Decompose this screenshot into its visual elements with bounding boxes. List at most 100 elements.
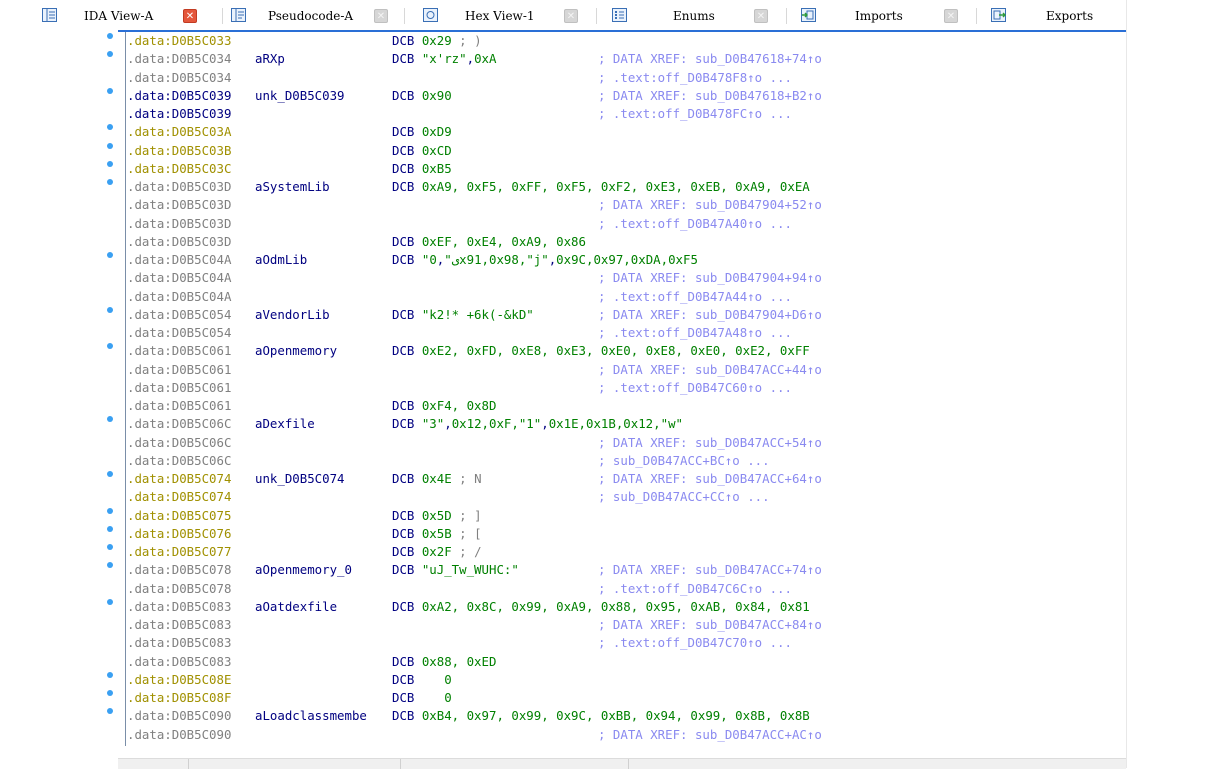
xref-comment[interactable]: ; DATA XREF: sub_D0B47ACC+54↑o [598,434,822,452]
symbol-label[interactable]: aOatdexfile [255,598,337,616]
xref-comment[interactable]: ; sub_D0B47ACC+BC↑o ... [598,452,770,470]
breakpoint-dot-icon[interactable] [107,343,113,350]
breakpoint-dot-icon[interactable] [107,671,113,678]
listing-line[interactable]: .data:D0B5C03A DCB 0xD9 [100,123,1126,141]
breakpoint-dot-icon[interactable] [107,562,113,569]
breakpoint-dot-icon[interactable] [107,51,113,58]
symbol-label[interactable]: aRXp [255,50,285,68]
breakpoint-dot-icon[interactable] [107,598,113,605]
listing-line[interactable]: .data:D0B5C076 DCB 0x5B ; [ [100,525,1126,543]
breakpoint-dot-icon[interactable] [107,708,113,715]
close-icon[interactable]: ✕ [944,9,958,23]
listing-line[interactable]: .data:D0B5C090 ; DATA XREF: sub_D0B47ACC+… [100,726,1126,744]
close-icon[interactable]: ✕ [374,9,388,23]
xref-comment[interactable]: ; .text:off_D0B47A44↑o ... [598,288,792,306]
breakpoint-dot-icon[interactable] [107,416,113,423]
listing-line[interactable]: .data:D0B5C061 aOpenmemory DCB 0xE2, 0xFD,… [100,342,1126,360]
listing-line[interactable]: .data:D0B5C06C ; sub_D0B47ACC+BC↑o ... [100,452,1126,470]
listing-line[interactable]: .data:D0B5C08F DCB 0 [100,689,1126,707]
listing-line[interactable]: .data:D0B5C054 ; .text:off_D0B47A48↑o ... [100,324,1126,342]
symbol-label[interactable]: aSystemLib [255,178,330,196]
breakpoint-dot-icon[interactable] [107,525,113,532]
listing-line[interactable]: .data:D0B5C06C aDexfile DCB "3",0x12,0xF,"… [100,415,1126,433]
listing-line[interactable]: .data:D0B5C039 unk_D0B5C039 DCB 0x90 ; DATA… [100,87,1126,105]
listing-line[interactable]: .data:D0B5C054 aVendorLib DCB "k2!* +6k(-&… [100,306,1126,324]
close-icon[interactable]: ✕ [754,9,768,23]
listing-line[interactable]: .data:D0B5C083 ; .text:off_D0B47C70↑o ... [100,634,1126,652]
xref-comment[interactable]: ; DATA XREF: sub_D0B47ACC+44↑o [598,361,822,379]
xref-comment[interactable]: ; .text:off_D0B478F8↑o ... [598,69,792,87]
listing-line[interactable]: .data:D0B5C034 aRXp DCB "x'rz",0xA ; DATA X… [100,50,1126,68]
breakpoint-dot-icon[interactable] [107,142,113,149]
listing-line[interactable]: .data:D0B5C04A ; DATA XREF: sub_D0B47904+… [100,269,1126,287]
symbol-label[interactable]: aVendorLib [255,306,330,324]
breakpoint-dot-icon[interactable] [107,252,113,258]
xref-comment[interactable]: ; DATA XREF: sub_D0B47904+94↑o [598,269,822,287]
tab-imports[interactable]: Imports ✕ [801,6,961,26]
listing-line[interactable]: .data:D0B5C083 ; DATA XREF: sub_D0B47ACC+… [100,616,1126,634]
disassembly-listing[interactable]: .data:D0B5C033 DCB 0x29 ; ) .data:D0B5C034… [100,32,1126,758]
listing-line[interactable]: .data:D0B5C061 ; DATA XREF: sub_D0B47ACC+… [100,361,1126,379]
xref-comment[interactable]: ; DATA XREF: sub_D0B47618+B2↑o [598,87,822,105]
breakpoint-dot-icon[interactable] [107,507,113,514]
listing-line[interactable]: .data:D0B5C074 unk_D0B5C074 DCB 0x4E ; N; … [100,470,1126,488]
breakpoint-dot-icon[interactable] [107,306,113,313]
xref-comment[interactable]: ; .text:off_D0B47C60↑o ... [598,379,792,397]
listing-line[interactable]: .data:D0B5C034 ; .text:off_D0B478F8↑o ... [100,69,1126,87]
listing-line[interactable]: .data:D0B5C08E DCB 0 [100,671,1126,689]
listing-line[interactable]: .data:D0B5C078 ; .text:off_D0B47C6C↑o ... [100,580,1126,598]
listing-line[interactable]: .data:D0B5C061 DCB 0xF4, 0x8D [100,397,1126,415]
breakpoint-dot-icon[interactable] [107,690,113,696]
breakpoint-dot-icon[interactable] [107,471,113,477]
xref-comment[interactable]: ; sub_D0B47ACC+CC↑o ... [598,488,770,506]
xref-comment[interactable]: ; DATA XREF: sub_D0B47ACC+74↑o [598,561,822,579]
xref-comment[interactable]: ; DATA XREF: sub_D0B47904+D6↑o [598,306,822,324]
breakpoint-dot-icon[interactable] [107,179,113,185]
symbol-label[interactable]: aOdmLib [255,251,307,269]
breakpoint-dot-icon[interactable] [107,124,113,131]
listing-line[interactable]: .data:D0B5C04A aOdmLib DCB "ى",0x91,0x98,"… [100,251,1126,269]
listing-line[interactable]: .data:D0B5C06C ; DATA XREF: sub_D0B47ACC+… [100,434,1126,452]
breakpoint-dot-icon[interactable] [107,33,113,39]
listing-line[interactable]: .data:D0B5C075 DCB 0x5D ; ] [100,507,1126,525]
xref-comment[interactable]: ; .text:off_D0B47C6C↑o ... [598,580,792,598]
tab-ida-view-a[interactable]: IDA View-A ✕ [42,6,207,26]
symbol-label[interactable]: aOpenmemory [255,342,337,360]
listing-line[interactable]: .data:D0B5C061 ; .text:off_D0B47C60↑o ... [100,379,1126,397]
xref-comment[interactable]: ; .text:off_D0B47A48↑o ... [598,324,792,342]
tab-exports[interactable]: Exports [991,6,1121,26]
listing-line[interactable]: .data:D0B5C078 aOpenmemory_0 DCB "uJ_Tw_WU… [100,561,1126,579]
xref-comment[interactable]: ; DATA XREF: sub_D0B47ACC+AC↑o [598,726,822,744]
symbol-label[interactable]: aOpenmemory_0 [255,561,352,579]
listing-line[interactable]: .data:D0B5C083 aOatdexfile DCB 0xA2, 0x8C,… [100,598,1126,616]
breakpoint-dot-icon[interactable] [107,160,113,167]
tab-hex-view-1[interactable]: Hex View-1 ✕ [423,6,583,26]
xref-comment[interactable]: ; DATA XREF: sub_D0B47ACC+64↑o [598,470,822,488]
close-icon[interactable]: ✕ [183,9,197,23]
xref-comment[interactable]: ; .text:off_D0B478FC↑o ... [598,105,792,123]
listing-line[interactable]: .data:D0B5C03D ; DATA XREF: sub_D0B47904+… [100,196,1126,214]
listing-line[interactable]: .data:D0B5C039 ; .text:off_D0B478FC↑o ... [100,105,1126,123]
listing-line[interactable]: .data:D0B5C077 DCB 0x2F ; / [100,543,1126,561]
tab-enums[interactable]: Enums ✕ [612,6,772,26]
listing-line[interactable]: .data:D0B5C03D ; .text:off_D0B47A40↑o ... [100,215,1126,233]
xref-comment[interactable]: ; .text:off_D0B47C70↑o ... [598,634,792,652]
breakpoint-dot-icon[interactable] [107,87,113,94]
close-icon[interactable]: ✕ [564,9,578,23]
symbol-label[interactable]: unk_D0B5C074 [255,470,345,488]
breakpoint-dot-icon[interactable] [107,544,113,550]
listing-line[interactable]: .data:D0B5C03C DCB 0xB5 [100,160,1126,178]
listing-line[interactable]: .data:D0B5C04A ; .text:off_D0B47A44↑o ... [100,288,1126,306]
listing-line[interactable]: .data:D0B5C090 aLoadclassmembe DCB 0xB4, 0… [100,707,1126,725]
xref-comment[interactable]: ; .text:off_D0B47A40↑o ... [598,215,792,233]
listing-line[interactable]: .data:D0B5C03D DCB 0xEF, 0xE4, 0xA9, 0x86 [100,233,1126,251]
xref-comment[interactable]: ; DATA XREF: sub_D0B47618+74↑o [598,50,822,68]
listing-line[interactable]: .data:D0B5C033 DCB 0x29 ; ) [100,32,1126,50]
listing-line[interactable]: .data:D0B5C083 DCB 0x88, 0xED [100,653,1126,671]
tab-pseudocode-a[interactable]: Pseudocode-A ✕ [231,6,393,26]
listing-line[interactable]: .data:D0B5C074 ; sub_D0B47ACC+CC↑o ... [100,488,1126,506]
xref-comment[interactable]: ; DATA XREF: sub_D0B47904+52↑o [598,196,822,214]
symbol-label[interactable]: aLoadclassmembe [255,707,367,725]
xref-comment[interactable]: ; DATA XREF: sub_D0B47ACC+84↑o [598,616,822,634]
listing-line[interactable]: .data:D0B5C03B DCB 0xCD [100,142,1126,160]
